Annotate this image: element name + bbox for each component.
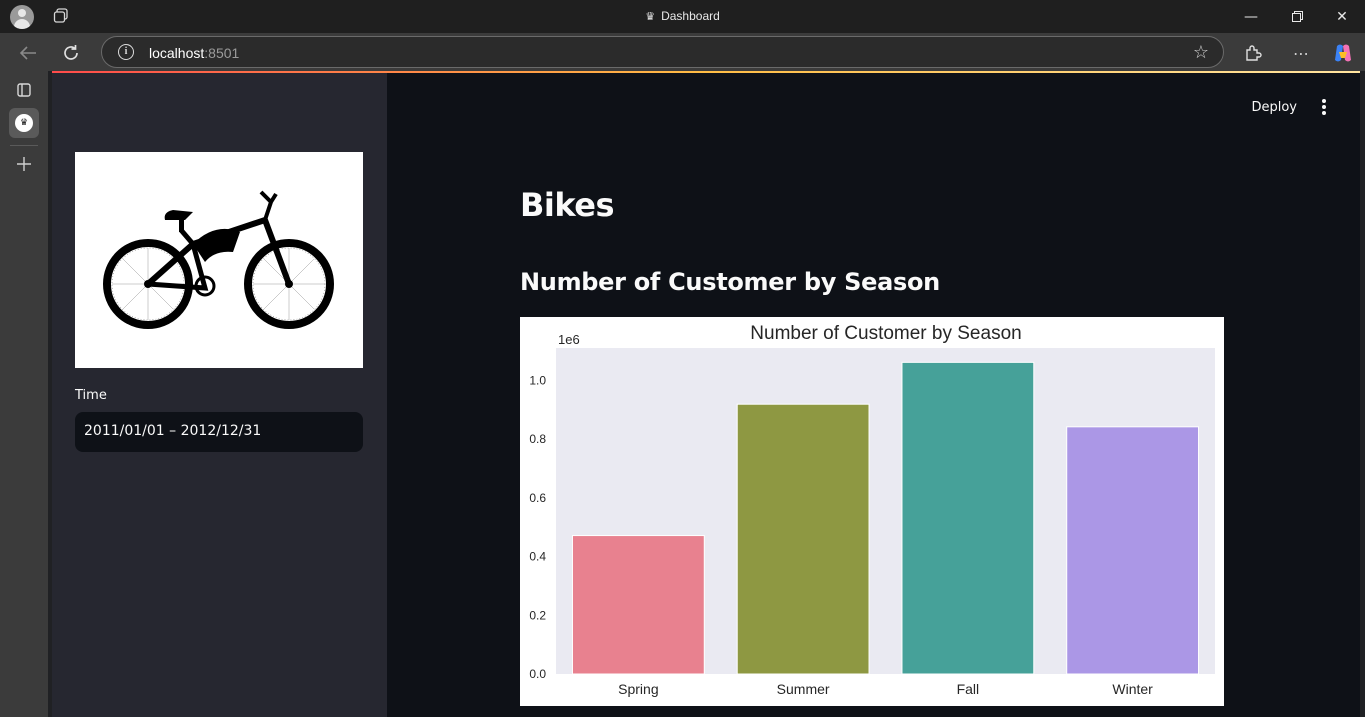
browser-toolbar: i localhost:8501 ☆ ⋯ (0, 33, 1365, 71)
url-text: localhost:8501 (149, 45, 239, 61)
y-tick-label: 1.0 (529, 373, 546, 387)
more-horizontal-icon[interactable]: ⋯ (1288, 40, 1314, 66)
bike-logo-image (75, 152, 363, 368)
tab-dashboard[interactable]: ♛ (9, 108, 39, 138)
bar-summer (736, 403, 870, 675)
chart-subheader: Number of Customer by Season (520, 268, 940, 296)
chart-svg: Number of Customer by Season 1e6 0.0 0.2 0… (529, 323, 1215, 697)
y-tick-label: 0.6 (529, 491, 546, 505)
streamlit-app: Time 2011/01/01 – 2012/12/31 Deploy Bike… (52, 73, 1360, 717)
x-tick-label: Fall (957, 681, 980, 697)
restore-button[interactable] (1274, 0, 1320, 33)
window-title: ♛ Dashboard (0, 9, 1365, 23)
url-port: :8501 (204, 45, 240, 61)
plus-icon[interactable] (9, 149, 39, 179)
address-bar[interactable]: i localhost:8501 ☆ (101, 36, 1224, 68)
tabs-divider (10, 145, 38, 146)
star-icon[interactable]: ☆ (1193, 42, 1209, 63)
back-arrow-icon[interactable] (15, 40, 41, 66)
y-tick-label: 0.0 (529, 667, 546, 681)
deploy-button[interactable]: Deploy (1251, 100, 1297, 115)
copilot-icon[interactable] (1330, 40, 1356, 66)
y-tick-label: 0.8 (529, 432, 546, 446)
time-label: Time (75, 388, 107, 403)
y-tick-label: 0.2 (529, 608, 546, 622)
sidebar: Time 2011/01/01 – 2012/12/31 (52, 73, 387, 717)
site-info-icon[interactable]: i (118, 44, 134, 60)
window-title-text: Dashboard (661, 9, 720, 23)
more-vertical-icon[interactable] (1316, 97, 1332, 117)
reload-icon[interactable] (58, 40, 84, 66)
date-range-input[interactable]: 2011/01/01 – 2012/12/31 (75, 412, 363, 452)
page-title: Bikes (520, 186, 615, 224)
extensions-icon[interactable] (1240, 40, 1266, 66)
tab-actions-icon[interactable] (9, 75, 39, 105)
browser-title-bar: ♛ Dashboard — ✕ (0, 0, 1365, 33)
x-tick-label: Winter (1112, 681, 1153, 697)
season-bar-chart: Number of Customer by Season 1e6 0.0 0.2 0… (520, 317, 1224, 706)
y-tick-label: 0.4 (529, 550, 546, 564)
vertical-tabs-strip: ♛ (0, 71, 48, 717)
x-tick-label: Summer (777, 681, 830, 697)
bar-winter (1066, 426, 1200, 675)
close-window-button[interactable]: ✕ (1319, 0, 1365, 33)
streamlit-crown-icon: ♛ (645, 11, 656, 23)
minimize-button[interactable]: — (1228, 0, 1274, 33)
bar-fall (901, 361, 1035, 675)
chart-title: Number of Customer by Season (750, 323, 1021, 344)
bar-spring (571, 535, 705, 675)
y-axis-scale-label: 1e6 (558, 332, 580, 347)
x-tick-label: Spring (618, 681, 658, 697)
url-host: localhost (149, 45, 205, 61)
streamlit-favicon-icon: ♛ (15, 114, 33, 132)
